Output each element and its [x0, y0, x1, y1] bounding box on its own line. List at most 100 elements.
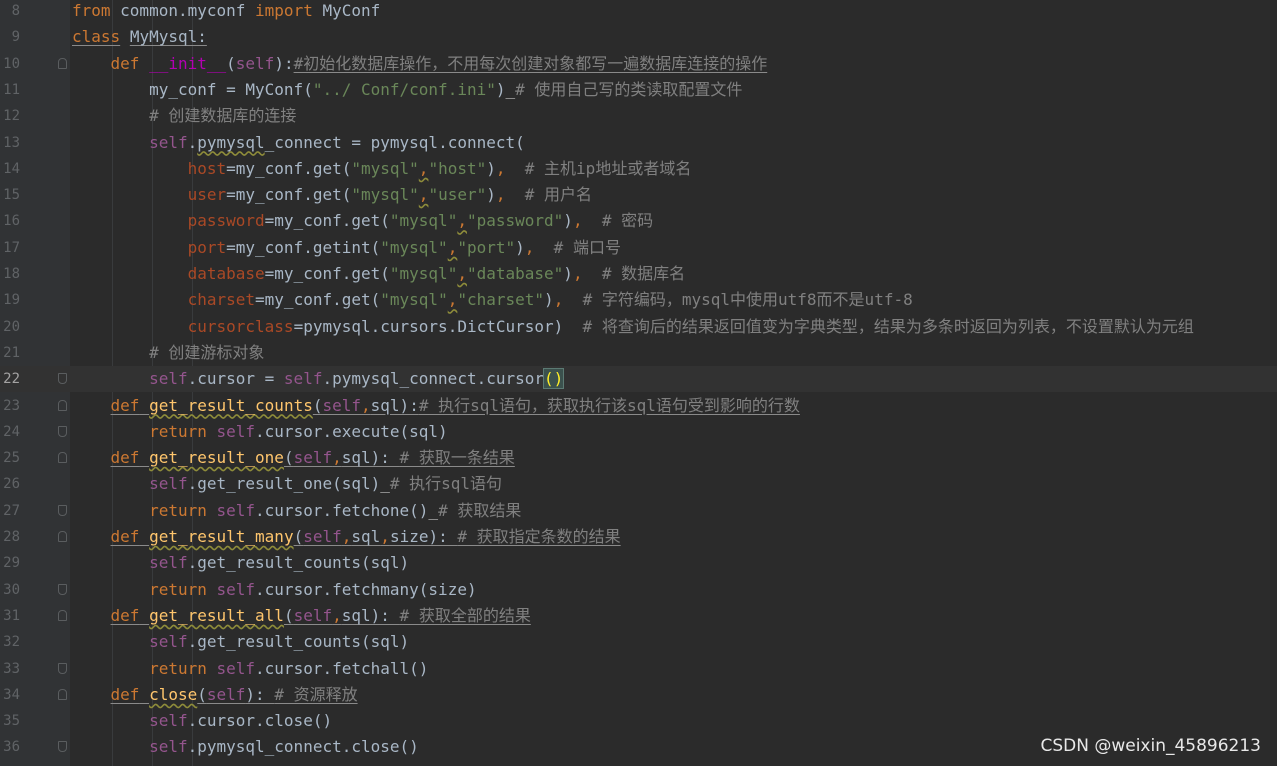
- fold-marker-icon[interactable]: [58, 662, 67, 674]
- code-token: self: [283, 369, 323, 389]
- code-line[interactable]: 24 return self.cursor.execute(sql): [0, 419, 1277, 445]
- code-line[interactable]: 28 def get_result_many(self,sql,size): #…: [0, 524, 1277, 550]
- code-token: # 创建游标对象: [149, 342, 265, 362]
- fold-marker-icon[interactable]: [58, 531, 67, 542]
- line-number: 14: [3, 160, 20, 177]
- code-token: ,: [572, 211, 583, 231]
- code-text[interactable]: class MyMysql:: [72, 24, 207, 50]
- code-line[interactable]: 21 # 创建游标对象: [0, 340, 1277, 366]
- code-line[interactable]: 8 from common.myconf import MyConf: [0, 0, 1277, 24]
- code-editor[interactable]: 8 from common.myconf import MyConf 9 class …: [0, 0, 1277, 766]
- code-token: charset: [187, 290, 256, 310]
- code-line[interactable]: 23 def get_result_counts(self,sql):# 执行s…: [0, 393, 1277, 419]
- fold-marker-icon[interactable]: [58, 609, 67, 621]
- code-text[interactable]: cursorclass=pymysql.cursors.DictCursor) …: [72, 314, 1194, 340]
- code-text[interactable]: self.pymysql_connect = pymysql.connect(: [72, 130, 525, 156]
- code-text[interactable]: database=my_conf.get("mysql","database")…: [72, 261, 686, 287]
- code-line[interactable]: 34 def close(self): # 资源释放: [0, 682, 1277, 708]
- code-text[interactable]: def get_result_many(self,sql,size): # 获取…: [72, 524, 621, 550]
- code-text[interactable]: charset=my_conf.get("mysql","charset"), …: [72, 287, 913, 313]
- code-line[interactable]: 15 user=my_conf.get("mysql","user"), # 用…: [0, 182, 1277, 208]
- code-line[interactable]: 9 class MyMysql:: [0, 24, 1277, 50]
- line-number: 8: [11, 3, 20, 19]
- code-line[interactable]: 35 self.cursor.close(): [0, 708, 1277, 734]
- code-line[interactable]: 16 password=my_conf.get("mysql","passwor…: [0, 208, 1277, 234]
- code-line[interactable]: 11 my_conf = MyConf("../ Conf/conf.ini")…: [0, 77, 1277, 103]
- code-line[interactable]: 19 charset=my_conf.get("mysql","charset"…: [0, 287, 1277, 313]
- code-text[interactable]: password=my_conf.get("mysql","password")…: [72, 208, 654, 234]
- fold-marker-icon[interactable]: [58, 57, 67, 69]
- code-line[interactable]: 17 port=my_conf.getint("mysql","port"), …: [0, 235, 1277, 261]
- fold-marker-icon[interactable]: [58, 452, 67, 464]
- code-line[interactable]: 33 return self.cursor.fetchall(): [0, 656, 1277, 682]
- code-text[interactable]: def __init__(self):#初始化数据库操作，不用每次创建对象都写一…: [72, 51, 768, 77]
- line-number: 21: [3, 344, 20, 361]
- code-text[interactable]: self.get_result_counts(sql): [72, 550, 409, 576]
- code-line[interactable]: 10 def __init__(self):#初始化数据库操作，不用每次创建对象…: [0, 51, 1277, 77]
- code-line[interactable]: 14 host=my_conf.get("mysql","host"), # 主…: [0, 156, 1277, 182]
- code-text[interactable]: return self.cursor.fetchone() # 获取结果: [72, 498, 521, 524]
- code-text[interactable]: def get_result_all(self,sql): # 获取全部的结果: [72, 603, 531, 629]
- code-text[interactable]: user=my_conf.get("mysql","user"), # 用户名: [72, 182, 592, 208]
- code-line[interactable]: 22 self.cursor = self.pymysql_connect.cu…: [0, 366, 1277, 393]
- code-token: ,: [457, 264, 467, 283]
- code-line[interactable]: 27 return self.cursor.fetchone() # 获取结果: [0, 498, 1277, 524]
- code-token: sql: [351, 527, 381, 546]
- code-line[interactable]: 18 database=my_conf.get("mysql","databas…: [0, 261, 1277, 287]
- code-token: .cursor.fetchall(): [255, 658, 429, 678]
- fold-marker-icon[interactable]: [58, 504, 67, 516]
- code-line[interactable]: 30 return self.cursor.fetchmany(size): [0, 577, 1277, 603]
- code-text[interactable]: return self.cursor.execute(sql): [72, 419, 448, 445]
- code-token: def: [110, 448, 140, 468]
- code-line[interactable]: 13 self.pymysql_connect = pymysql.connec…: [0, 130, 1277, 156]
- code-text[interactable]: def get_result_one(self,sql): # 获取一条结果: [72, 445, 515, 471]
- code-line[interactable]: 12 # 创建数据库的连接: [0, 103, 1277, 129]
- code-token: "mysql": [389, 211, 458, 231]
- fold-marker-icon[interactable]: [58, 583, 67, 595]
- code-token: ,: [418, 185, 429, 205]
- code-line[interactable]: 26 self.get_result_one(sql) # 执行sql语句: [0, 471, 1277, 497]
- code-token: self: [149, 474, 188, 494]
- code-token: cursorclass: [187, 316, 294, 336]
- code-text[interactable]: return self.cursor.fetchmany(size): [72, 577, 477, 603]
- code-text[interactable]: self.cursor.close(): [72, 708, 332, 734]
- fold-marker-icon[interactable]: [58, 425, 67, 437]
- code-text[interactable]: my_conf = MyConf("../ Conf/conf.ini") # …: [72, 77, 742, 103]
- fold-marker-icon[interactable]: [58, 399, 67, 411]
- code-text[interactable]: host=my_conf.get("mysql","host"), # 主机ip…: [72, 156, 692, 182]
- code-line[interactable]: 29 self.get_result_counts(sql): [0, 550, 1277, 576]
- fold-marker-icon[interactable]: [58, 688, 67, 700]
- code-text[interactable]: self.get_result_one(sql) # 执行sql语句: [72, 471, 502, 497]
- fold-marker-icon[interactable]: [58, 373, 67, 385]
- code-token: # 执行sql语句，获取执行该sql语句受到影响的行数: [418, 395, 800, 415]
- code-line[interactable]: 31 def get_result_all(self,sql): # 获取全部的…: [0, 603, 1277, 629]
- code-text[interactable]: self.pymysql_connect.close(): [72, 734, 419, 760]
- code-text[interactable]: def get_result_counts(self,sql):# 执行sql语…: [72, 393, 800, 419]
- code-text[interactable]: from common.myconf import MyConf: [72, 0, 380, 24]
- code-token: pymysql: [197, 132, 265, 152]
- code-token: ): [495, 79, 506, 99]
- code-line[interactable]: 20 cursorclass=pymysql.cursors.DictCurso…: [0, 314, 1277, 340]
- code-text[interactable]: def close(self): # 资源释放: [72, 682, 358, 708]
- code-line[interactable]: 32 self.get_result_counts(sql): [0, 629, 1277, 655]
- code-line[interactable]: 25 def get_result_one(self,sql): # 获取一条结…: [0, 445, 1277, 471]
- code-text[interactable]: self.get_result_counts(sql): [72, 629, 409, 655]
- code-text[interactable]: self.cursor = self.pymysql_connect.curso…: [72, 366, 565, 392]
- fold-marker-icon[interactable]: [58, 741, 67, 753]
- code-text[interactable]: return self.cursor.fetchall(): [72, 656, 428, 682]
- code-text[interactable]: # 创建数据库的连接: [72, 103, 296, 129]
- code-token: "mysql": [351, 158, 419, 178]
- code-text[interactable]: # 创建游标对象: [72, 340, 264, 366]
- code-text[interactable]: port=my_conf.getint("mysql","port"), # 端…: [72, 235, 621, 261]
- code-token: ,: [361, 395, 371, 415]
- code-token: get_result_all: [149, 605, 284, 625]
- line-number: 10: [3, 55, 20, 72]
